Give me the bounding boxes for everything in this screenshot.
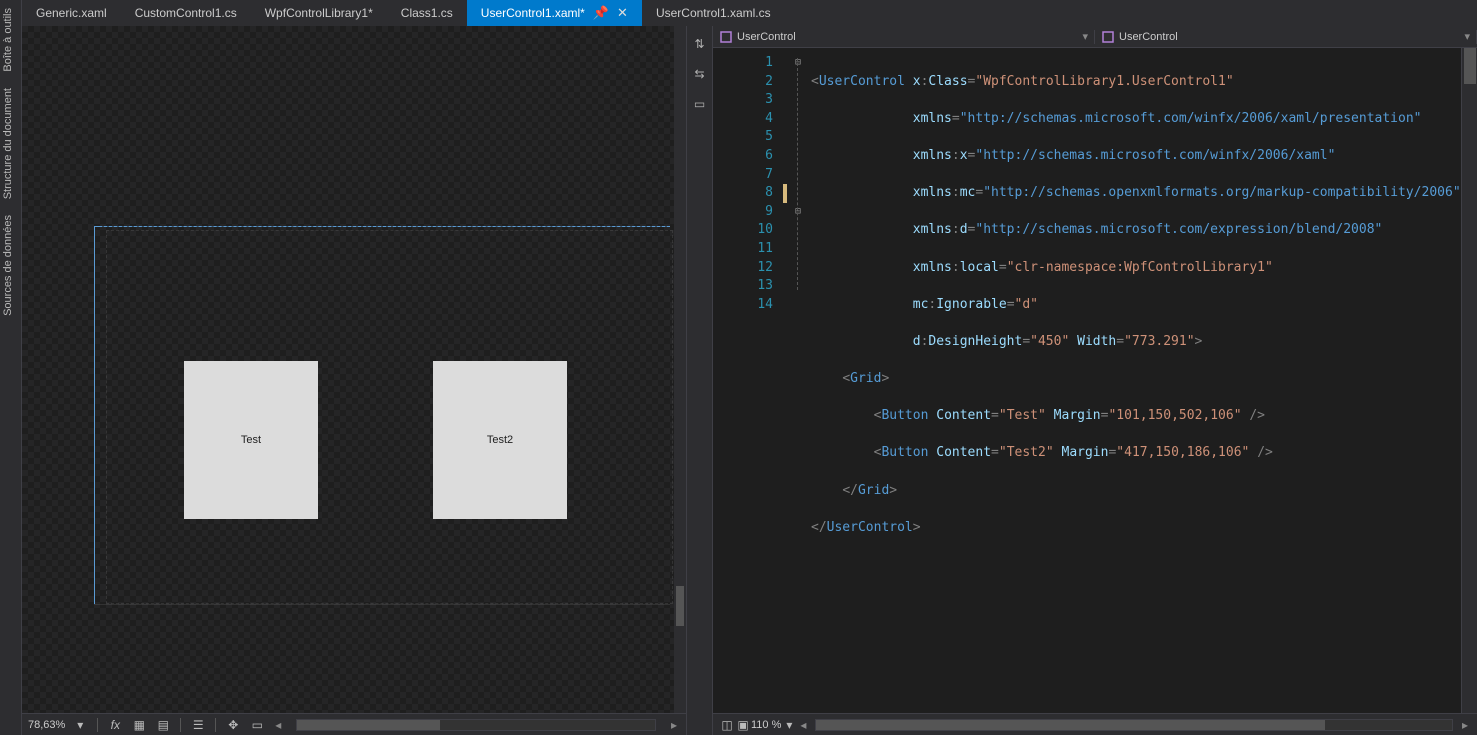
surface-bottom-edge: [94, 604, 670, 605]
pin-icon[interactable]: 📌: [593, 5, 609, 21]
toolbox-tab[interactable]: Boîte à outils: [0, 4, 21, 76]
split-toolbar: ⇅ ⇆ ▭: [687, 26, 713, 735]
split-window-icon[interactable]: ◫: [719, 717, 735, 733]
code-navigation-bar: UserControl ▾ UserControl ▾: [713, 26, 1477, 48]
editor-split: Test Test2 78,63% ▾ fx ▦ ▤ ☰ ✥ ▭ ◂: [22, 26, 1477, 735]
code-text[interactable]: <UserControl x:Class="WpfControlLibrary1…: [807, 48, 1461, 713]
horizontal-split-icon[interactable]: ⇆: [692, 66, 708, 82]
designer-horizontal-scrollbar[interactable]: [296, 719, 656, 731]
line-number: 3: [713, 91, 773, 110]
chevron-down-icon[interactable]: ▾: [1082, 30, 1088, 43]
tab-generic-xaml[interactable]: Generic.xaml: [22, 0, 121, 26]
line-number: 9: [713, 203, 773, 222]
editor-horizontal-scrollbar[interactable]: [815, 719, 1453, 731]
editor-zoom-value[interactable]: 110 %: [751, 719, 781, 731]
line-number: 11: [713, 240, 773, 259]
designer-status-bar: 78,63% ▾ fx ▦ ▤ ☰ ✥ ▭ ◂ ▸: [22, 713, 686, 735]
document-structure-tab[interactable]: Structure du document: [0, 84, 21, 203]
line-number: 14: [713, 296, 773, 315]
snapline-icon[interactable]: ☰: [189, 717, 207, 733]
tab-customcontrol1-cs[interactable]: CustomControl1.cs: [121, 0, 251, 26]
line-number: 1: [713, 54, 773, 73]
line-number: 7: [713, 166, 773, 185]
editor-status-bar: ◫ ▣ 110 % ▾ ◂ ▸: [713, 713, 1477, 735]
collapsed-left-sidebars: Boîte à outils Structure du document Sou…: [0, 0, 22, 735]
chevron-down-icon[interactable]: ▾: [781, 717, 797, 733]
line-number: 2: [713, 73, 773, 92]
tab-label: Generic.xaml: [36, 6, 107, 20]
usercontrol-surface[interactable]: Test Test2: [107, 231, 672, 603]
usercontrol-icon: [719, 30, 733, 44]
designer-pane: Test Test2 78,63% ▾ fx ▦ ▤ ☰ ✥ ▭ ◂: [22, 26, 687, 735]
tab-class1-cs[interactable]: Class1.cs: [387, 0, 467, 26]
tab-wpfcontrollibrary1[interactable]: WpfControlLibrary1*: [251, 0, 387, 26]
design-button-test2[interactable]: Test2: [433, 361, 567, 519]
code-pane: UserControl ▾ UserControl ▾ 1 2 3 4 5 6: [713, 26, 1477, 735]
design-canvas[interactable]: Test Test2: [22, 26, 686, 713]
fx-icon[interactable]: fx: [106, 717, 124, 733]
chevron-down-icon[interactable]: ▾: [71, 717, 89, 733]
dropdown-label: UserControl: [1119, 31, 1178, 43]
tab-label: CustomControl1.cs: [135, 6, 237, 20]
chevron-down-icon[interactable]: ▾: [1464, 30, 1470, 43]
usercontrol-icon: [1101, 30, 1115, 44]
dropdown-label: UserControl: [737, 31, 796, 43]
scroll-left-icon[interactable]: ◂: [272, 718, 284, 732]
code-nav-type-dropdown[interactable]: UserControl ▾: [713, 30, 1095, 44]
tab-usercontrol1-xaml-cs[interactable]: UserControl1.xaml.cs: [642, 0, 785, 26]
code-nav-member-dropdown[interactable]: UserControl ▾: [1095, 30, 1477, 44]
fold-toggle-icon[interactable]: ⊟: [789, 54, 807, 73]
designer-vertical-scrollbar[interactable]: [674, 26, 686, 713]
separator: [97, 718, 98, 732]
device-icon[interactable]: ▭: [248, 717, 266, 733]
line-number: 6: [713, 147, 773, 166]
scroll-right-icon[interactable]: ▸: [668, 718, 680, 732]
button-content: Test: [241, 434, 261, 446]
separator: [215, 718, 216, 732]
move-icon[interactable]: ✥: [224, 717, 242, 733]
collapse-pane-icon[interactable]: ▭: [692, 96, 708, 112]
fold-toggle-icon[interactable]: ⊟: [789, 203, 807, 222]
document-tab-strip: Generic.xaml CustomControl1.cs WpfContro…: [22, 0, 1477, 26]
designer-zoom-value[interactable]: 78,63%: [28, 719, 65, 731]
swap-panes-icon[interactable]: ⇅: [692, 36, 708, 52]
line-number: 8: [713, 184, 773, 203]
line-number: 12: [713, 259, 773, 278]
line-number: 13: [713, 277, 773, 296]
snap-icon[interactable]: ▤: [154, 717, 172, 733]
data-sources-tab[interactable]: Sources de données: [0, 211, 21, 320]
fold-gutter: ⊟ ⊟: [789, 48, 807, 713]
expand-icon[interactable]: ▣: [735, 717, 751, 733]
tab-label: UserControl1.xaml.cs: [656, 6, 771, 20]
editor-vertical-scrollbar[interactable]: [1461, 48, 1477, 713]
grid-icon[interactable]: ▦: [130, 717, 148, 733]
fold-guide-line: [797, 58, 798, 290]
tab-label: Class1.cs: [401, 6, 453, 20]
tab-label: UserControl1.xaml*: [481, 6, 585, 20]
button-content: Test2: [487, 434, 513, 446]
selection-ruler-horizontal: [94, 226, 670, 227]
design-button-test[interactable]: Test: [184, 361, 318, 519]
tab-usercontrol1-xaml[interactable]: UserControl1.xaml* 📌 ✕: [467, 0, 642, 26]
code-editor[interactable]: 1 2 3 4 5 6 7 8 9 10 11 12 13 14: [713, 48, 1477, 713]
line-number: 10: [713, 221, 773, 240]
scroll-left-icon[interactable]: ◂: [797, 718, 809, 732]
selection-ruler-vertical: [94, 226, 96, 604]
tab-label: WpfControlLibrary1*: [265, 6, 373, 20]
line-number: 5: [713, 128, 773, 147]
modified-line-indicator: [783, 184, 787, 203]
line-number-gutter: 1 2 3 4 5 6 7 8 9 10 11 12 13 14: [713, 48, 783, 713]
scroll-right-icon[interactable]: ▸: [1459, 718, 1471, 732]
line-number: 4: [713, 110, 773, 129]
main-area: Generic.xaml CustomControl1.cs WpfContro…: [22, 0, 1477, 735]
separator: [180, 718, 181, 732]
close-icon[interactable]: ✕: [617, 5, 628, 21]
